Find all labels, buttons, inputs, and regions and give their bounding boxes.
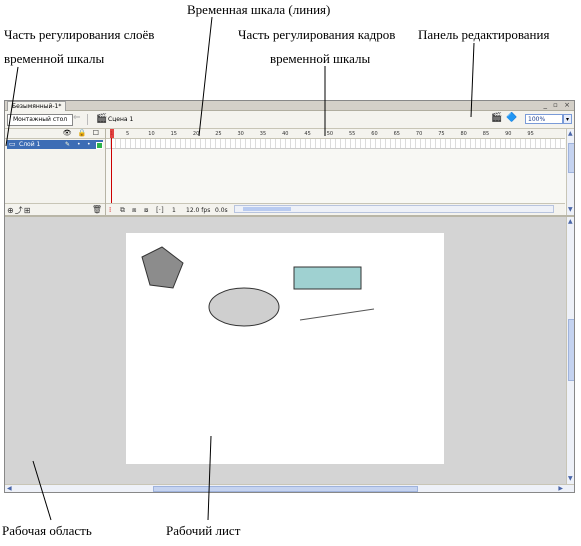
layer-row[interactable]: ▭ Слой 1 ✎ • • (7, 140, 103, 149)
ruler-tick: 80 (460, 131, 467, 137)
annotation-stage: Рабочий лист (166, 523, 241, 538)
playhead[interactable] (110, 129, 114, 138)
annotation-frames-part-1: Часть регулирования кадров (238, 27, 396, 42)
scroll-up-icon[interactable]: ▲ (568, 218, 573, 225)
document-tab-bar: Безымянный-1* _ ▫ × (5, 101, 574, 111)
edit-icons: 🎬 🔷 (491, 113, 521, 123)
outline-color-square[interactable] (96, 142, 103, 149)
ruler-tick: 90 (505, 131, 512, 137)
ruler-tick: 15 (170, 131, 177, 137)
edit-bar: Монтажный стол ⇐ 🎬 Сцена 1 🎬 🔷 100% ▾ (5, 111, 574, 129)
ruler-tick: 35 (259, 131, 267, 137)
frame-ruler[interactable]: 15101520253035404550556065707580859095 (106, 129, 565, 139)
onion-markers-icon[interactable]: [·] (156, 206, 164, 214)
ruler-tick: 45 (304, 131, 311, 137)
stage-canvas (141, 246, 375, 327)
window-controls[interactable]: _ ▫ × (543, 101, 572, 110)
flash-window: Безымянный-1* _ ▫ × Монтажный стол ⇐ 🎬 С… (4, 100, 575, 493)
frame-row[interactable] (106, 139, 565, 149)
layer-name: Слой 1 (19, 141, 41, 148)
scroll-down-icon[interactable]: ▼ (568, 475, 573, 482)
timeline-panel: 👁 🔒 ☐ ▭ Слой 1 ✎ • • ⊕⤴⊞ 🗑 1510152025303… (5, 129, 574, 217)
timeline-status-bar: ⁞ ⧉ ⧈ ⧇ [·] 1 12.0 fps 0.0s (106, 203, 565, 215)
layer-header: 👁 🔒 ☐ (5, 129, 105, 139)
edit-scene-icon[interactable]: 🎬 (491, 113, 502, 123)
pencil-icon: ✎ (65, 141, 71, 148)
work-area[interactable] (5, 217, 566, 484)
ruler-tick: 10 (148, 131, 155, 137)
back-arrow-icon[interactable]: ⇐ (73, 113, 81, 123)
work-area-hscroll[interactable]: ◀ ▶ (5, 484, 574, 492)
ruler-tick: 55 (349, 131, 356, 137)
zoom-dropdown-chevron-icon[interactable]: ▾ (563, 114, 572, 124)
stage-button[interactable]: Монтажный стол (7, 114, 74, 126)
scroll-thumb[interactable] (243, 207, 291, 211)
ruler-tick: 40 (282, 131, 289, 137)
line-shape[interactable] (299, 308, 375, 321)
document-tab[interactable]: Безымянный-1* (7, 101, 67, 111)
ruler-tick: 60 (371, 131, 378, 137)
center-frame-icon[interactable]: ⁞ (109, 206, 111, 214)
layer-tools: ⊕⤴⊞ 🗑 (5, 203, 105, 215)
scene-icon: 🎬 (96, 114, 108, 124)
ruler-tick: 95 (527, 131, 534, 137)
annotation-layers-part-2: временной шкалы (4, 51, 105, 66)
ruler-tick: 20 (192, 131, 200, 137)
elapsed-time: 0.0s (215, 207, 228, 214)
ruler-tick: 5 (126, 131, 130, 137)
scroll-thumb[interactable] (153, 486, 418, 492)
frame-panel: 15101520253035404550556065707580859095 ⁞… (106, 129, 565, 215)
frame-rate: 12.0 fps (186, 207, 211, 214)
ruler-tick: 25 (215, 131, 222, 137)
ruler-tick: 50 (326, 131, 334, 137)
scroll-left-icon[interactable]: ◀ (7, 485, 12, 492)
scene-label[interactable]: Сцена 1 (108, 116, 133, 123)
annotation-frames-part-2: временной шкалы (270, 51, 371, 66)
trash-icon[interactable]: 🗑 (92, 205, 102, 214)
annotation-edit-panel: Панель редактирования (418, 27, 550, 42)
annotation-work-area: Рабочая область (2, 523, 92, 538)
lock-dot[interactable]: • (87, 140, 91, 149)
divider (87, 114, 88, 125)
onion-skin-icon[interactable]: ⧉ (120, 206, 125, 215)
ruler-tick: 65 (393, 131, 400, 137)
stage[interactable] (126, 233, 444, 464)
edit-multiple-icon[interactable]: ⧇ (144, 206, 148, 215)
annotation-layers-part-1: Часть регулирования слоёв (4, 27, 155, 42)
playhead-line (111, 138, 112, 205)
ruler-tick: 75 (438, 131, 445, 137)
current-frame: 1 (172, 207, 176, 214)
visibility-dot[interactable]: • (77, 140, 81, 149)
ellipse-shape[interactable] (208, 287, 280, 327)
scroll-thumb[interactable] (568, 319, 574, 381)
ruler-tick: 70 (415, 131, 423, 137)
ruler-tick: 30 (237, 131, 244, 137)
onion-outline-icon[interactable]: ⧈ (132, 206, 136, 215)
timeline-vscroll[interactable]: ▲ ▼ (566, 129, 574, 215)
scroll-right-icon[interactable]: ▶ (558, 485, 563, 492)
annotation-timeline: Временная шкала (линия) (187, 2, 331, 17)
rectangle-shape[interactable] (293, 266, 362, 290)
layer-header-icons[interactable]: 👁 🔒 ☐ (63, 129, 101, 137)
edit-symbols-icon[interactable]: 🔷 (506, 113, 517, 123)
pentagon-shape[interactable] (141, 246, 184, 289)
add-layer-icon[interactable]: ⊕⤴⊞ (7, 205, 31, 216)
layer-panel: 👁 🔒 ☐ ▭ Слой 1 ✎ • • ⊕⤴⊞ 🗑 (5, 129, 106, 215)
work-area-vscroll[interactable]: ▲ ▼ (566, 217, 574, 484)
layer-page-icon: ▭ (9, 140, 16, 148)
scroll-down-icon[interactable]: ▼ (568, 206, 573, 213)
scroll-up-icon[interactable]: ▲ (568, 130, 573, 137)
timeline-hscroll[interactable] (234, 205, 554, 213)
ruler-tick: 85 (482, 131, 490, 137)
scroll-thumb[interactable] (568, 143, 574, 173)
zoom-input[interactable]: 100% (525, 114, 563, 124)
